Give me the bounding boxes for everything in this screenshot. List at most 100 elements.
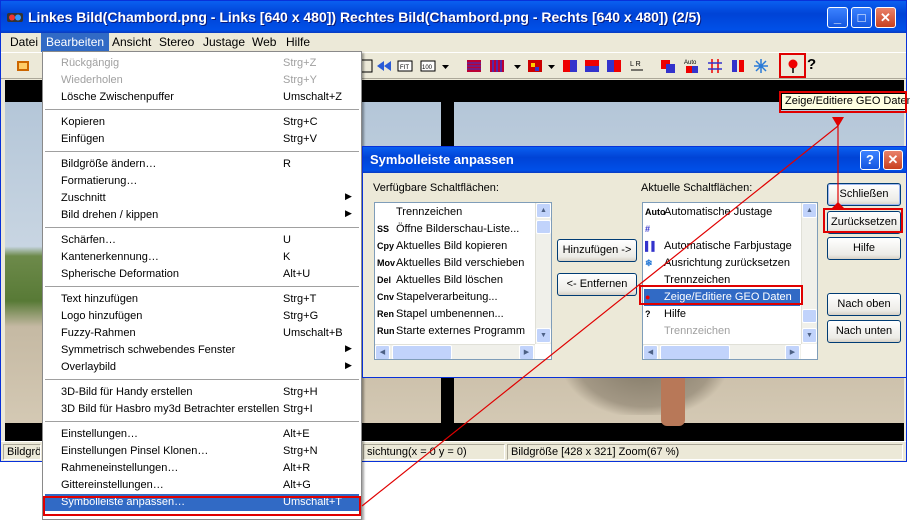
list-item[interactable]: # — [644, 221, 800, 238]
remove-button[interactable]: <- Entfernen — [557, 273, 637, 296]
menu-web[interactable]: Web — [247, 33, 281, 52]
status-left: Bildgröß — [3, 444, 41, 460]
dialog-title: Symbolleiste anpassen — [370, 152, 514, 167]
menu-item[interactable]: Formatierung… — [45, 173, 359, 190]
list-item[interactable]: ❄ Ausrichtung zurücksetzen — [644, 255, 800, 272]
menu-item[interactable]: Bild drehen / kippen ▶ — [45, 207, 359, 224]
scroll-left-icon[interactable]: ◀ — [643, 345, 658, 359]
list-item[interactable]: Cnv Stapelverarbeitung... — [376, 289, 534, 306]
scroll-up-icon[interactable]: ▲ — [536, 203, 551, 218]
list-item[interactable]: Trennzeichen — [376, 204, 534, 221]
tool-icon[interactable] — [15, 58, 31, 74]
menu-hilfe[interactable]: Hilfe — [281, 33, 315, 52]
scroll-thumb[interactable] — [536, 220, 551, 234]
menu-item[interactable]: 3D-Bild für Handy erstellen Strg+H — [45, 384, 359, 401]
dropdown-arrow-icon[interactable] — [547, 58, 556, 74]
list-item[interactable]: Auto Automatische Justage — [644, 204, 800, 221]
menu-item[interactable]: Symmetrisch schwebendes Fenster ▶ — [45, 342, 359, 359]
current-label: Aktuelle Schaltflächen: — [641, 182, 753, 194]
grid-icon[interactable] — [707, 58, 723, 74]
scroll-down-icon[interactable]: ▼ — [802, 328, 817, 343]
list-item[interactable]: Mov Aktuelles Bild verschieben — [376, 255, 534, 272]
list-item[interactable]: Cpy Aktuelles Bild kopieren — [376, 238, 534, 255]
zoom-100-icon[interactable]: 100 — [420, 58, 436, 74]
dialog-help-icon[interactable]: ? — [860, 150, 880, 170]
available-hscroll[interactable]: ◀ ▶ — [375, 344, 535, 359]
menu-item[interactable]: Rahmeneinstellungen… Alt+R — [45, 460, 359, 477]
swap-lr-icon[interactable]: L R — [629, 58, 645, 74]
dialog-close-icon[interactable]: ✕ — [883, 150, 903, 170]
list-item[interactable]: Run Starte externes Programm — [376, 323, 534, 340]
menu-item-label: Kantenerkennung… — [61, 251, 159, 263]
scroll-up-icon[interactable]: ▲ — [802, 203, 817, 218]
menu-item[interactable]: Schärfen… U — [45, 232, 359, 249]
menu-item[interactable]: Kantenerkennung… K — [45, 249, 359, 266]
menu-item[interactable]: Zuschnitt ▶ — [45, 190, 359, 207]
scroll-thumb[interactable] — [660, 345, 730, 359]
menu-datei[interactable]: Datei — [5, 33, 43, 52]
list-item[interactable]: Del Aktuelles Bild löschen — [376, 272, 534, 289]
stereo-cols-icon[interactable] — [489, 58, 505, 74]
menu-item[interactable]: Bildgröße ändern… R — [45, 156, 359, 173]
menu-item[interactable]: Kopieren Strg+C — [45, 114, 359, 131]
scroll-left-icon[interactable]: ◀ — [375, 345, 390, 359]
move-down-button[interactable]: Nach unten — [827, 320, 901, 343]
scroll-down-icon[interactable]: ▼ — [536, 328, 551, 343]
stereo-rows-icon[interactable] — [466, 58, 482, 74]
maximize-button[interactable]: □ — [851, 7, 872, 28]
menu-item[interactable]: Einstellungen… Alt+E — [45, 426, 359, 443]
current-list[interactable]: Trennzeichen? Hilfe ● Zeige/Editiere GEO Da… — [642, 202, 818, 360]
color-adjust-icon[interactable] — [730, 58, 746, 74]
reset-alignment-icon[interactable] — [753, 58, 769, 74]
fit-window-icon[interactable]: FIT — [397, 58, 413, 74]
list-item[interactable]: Trennzeichen — [644, 323, 800, 340]
menu-justage[interactable]: Justage — [198, 33, 250, 52]
menu-item[interactable]: Overlaybild ▶ — [45, 359, 359, 376]
menu-item-label: Rückgängig — [61, 57, 120, 69]
over-under-icon[interactable] — [584, 58, 600, 74]
dropdown-arrow-icon[interactable] — [513, 58, 522, 74]
cross-view-icon[interactable] — [606, 58, 622, 74]
list-item[interactable]: ▌▌ Automatische Farbjustage — [644, 238, 800, 255]
close-button[interactable]: ✕ — [875, 7, 896, 28]
menu-item[interactable]: Text hinzufügen Strg+T — [45, 291, 359, 308]
menu-ansicht[interactable]: Ansicht — [107, 33, 156, 52]
available-vscroll[interactable]: ▲ ▼ — [535, 203, 551, 344]
list-item-icon: SS — [377, 224, 390, 234]
copy-images-icon[interactable] — [660, 58, 676, 74]
menu-bar: Datei Bearbeiten Ansicht Stereo Justage … — [1, 33, 906, 52]
menu-item-label: Logo hinzufügen — [61, 310, 143, 322]
menu-item[interactable]: Spherische Deformation Alt+U — [45, 266, 359, 283]
side-by-side-icon[interactable] — [562, 58, 578, 74]
close-dialog-button[interactable]: Schließen — [827, 183, 901, 206]
menu-item[interactable]: Einstellungen Pinsel Klonen… Strg+N — [45, 443, 359, 460]
scroll-thumb[interactable] — [802, 309, 817, 323]
list-item[interactable]: Ren Stapel umbenennen... — [376, 306, 534, 323]
menu-item[interactable]: 3D Bild für Hasbro my3d Betrachter erste… — [45, 401, 359, 418]
list-item[interactable]: ? Hilfe — [644, 306, 800, 323]
minimize-button[interactable]: _ — [827, 7, 848, 28]
auto-adjust-icon[interactable]: Auto — [684, 58, 700, 74]
menu-item[interactable]: Lösche Zwischenpuffer Umschalt+Z — [45, 89, 359, 106]
dropdown-arrow-icon[interactable] — [441, 58, 450, 74]
add-button[interactable]: Hinzufügen -> — [557, 239, 637, 262]
scroll-right-icon[interactable]: ▶ — [519, 345, 534, 359]
move-up-button[interactable]: Nach oben — [827, 293, 901, 316]
rewind-icon[interactable] — [376, 58, 392, 74]
menu-stereo[interactable]: Stereo — [154, 33, 199, 52]
menu-item[interactable]: Logo hinzufügen Strg+G — [45, 308, 359, 325]
list-item-label: Aktuelles Bild kopieren — [396, 240, 508, 252]
menu-item[interactable]: Fuzzy-Rahmen Umschalt+B — [45, 325, 359, 342]
dialog-help-button[interactable]: Hilfe — [827, 237, 901, 260]
current-vscroll[interactable]: ▲ ▼ — [801, 203, 817, 344]
available-list[interactable]: Run Starte externes Programm Ren Stapel umb… — [374, 202, 552, 360]
menu-bearbeiten[interactable]: Bearbeiten — [41, 33, 110, 52]
scroll-thumb[interactable] — [392, 345, 452, 359]
current-hscroll[interactable]: ◀ ▶ — [643, 344, 801, 359]
scroll-right-icon[interactable]: ▶ — [785, 345, 800, 359]
menu-item[interactable]: Einfügen Strg+V — [45, 131, 359, 148]
help-icon[interactable]: ? — [807, 56, 823, 73]
list-item[interactable]: SS Öffne Bilderschau-Liste... — [376, 221, 534, 238]
menu-item[interactable]: Gittereinstellungen… Alt+G — [45, 477, 359, 494]
checker-icon[interactable] — [527, 58, 543, 74]
